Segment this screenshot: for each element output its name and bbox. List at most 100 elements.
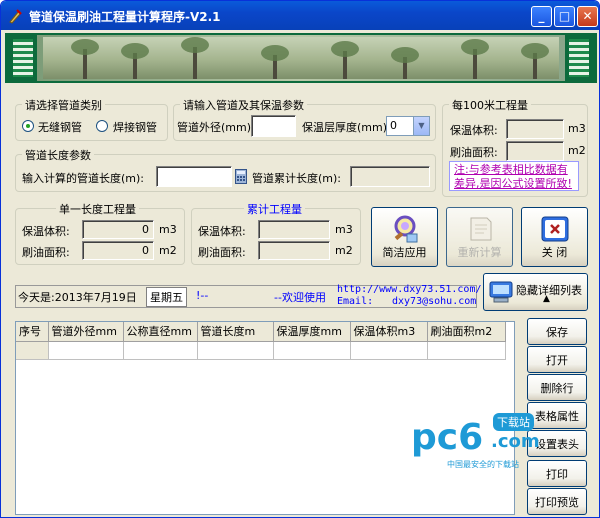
main-window: 管道保温刷油工程量计算程序-V2.1 _ □ ✕ 请选择管道类别 无缝钢管 焊接… — [0, 0, 600, 518]
single-volume-field: 0 — [82, 220, 154, 239]
single-area-field: 0 — [82, 241, 154, 260]
chevron-down-icon[interactable]: ▼ — [413, 117, 429, 135]
per100m-area-label: 刷油面积: — [450, 146, 498, 159]
maximize-button[interactable]: □ — [554, 6, 575, 27]
col-header-volume[interactable]: 保温体积m3 — [350, 322, 428, 342]
col-header-thickness[interactable]: 保温厚度mm — [273, 322, 351, 342]
per100m-legend: 每100米工程量 — [449, 97, 531, 113]
cumulative-area-unit: m2 — [335, 244, 353, 257]
cumulative-area-field — [258, 241, 330, 260]
single-length-group: 单一长度工程量 保温体积: 0 m3 刷油面积: 0 m2 — [15, 201, 185, 265]
table-header-row: 序号 管道外径mm 公称直径mm 管道长度m 保温厚度mm 保温体积m3 刷油面… — [16, 322, 506, 342]
col-header-length[interactable]: 管道长度m — [197, 322, 274, 342]
table-cell[interactable] — [350, 341, 428, 360]
thickness-label: 保温层厚度(mm) — [302, 121, 388, 134]
radio-seamless-label[interactable]: 无缝钢管 — [38, 119, 82, 135]
triangle-up-icon: ▲ — [543, 294, 550, 304]
cumulative-volume-label: 保温体积: — [198, 225, 246, 238]
email-label: Email: — [337, 296, 374, 307]
pipe-params-legend: 请输入管道及其保温参数 — [180, 97, 307, 113]
table-cell[interactable] — [123, 341, 198, 360]
apply-button-label: 简洁应用 — [382, 246, 427, 259]
minimize-button[interactable]: _ — [531, 6, 552, 27]
banner-stripes-left — [13, 39, 33, 77]
cumulative-length-label: 管道累计长度(m): — [252, 172, 342, 185]
thickness-select[interactable]: 0 ▼ — [386, 116, 430, 136]
monitor-icon — [489, 281, 513, 303]
window-title: 管道保温刷油工程量计算程序-V2.1 — [29, 10, 221, 24]
close-button[interactable]: 关 闭 — [521, 207, 588, 267]
outer-diameter-input[interactable] — [251, 115, 296, 137]
hide-detail-button[interactable]: 隐藏详细列表 ▲ — [483, 273, 588, 311]
detail-table-grid: 序号 管道外径mm 公称直径mm 管道长度m 保温厚度mm 保温体积m3 刷油面… — [16, 322, 506, 360]
watermark-logo: pc6 下载站 .com 中国最安全的下载站 — [411, 413, 571, 475]
save-button[interactable]: 保存 — [527, 318, 587, 345]
outer-diameter-label: 管道外径(mm) — [177, 121, 252, 134]
app-icon — [9, 9, 22, 24]
per100m-area-field — [506, 141, 564, 161]
banner-stripes-right — [569, 39, 589, 77]
radio-welded[interactable] — [96, 120, 108, 132]
per100m-volume-unit: m3 — [568, 122, 586, 135]
close-window-button[interactable]: ✕ — [577, 6, 598, 27]
single-volume-unit: m3 — [159, 223, 177, 236]
title-bar[interactable]: 管道保温刷油工程量计算程序-V2.1 _ □ ✕ — [1, 1, 599, 30]
single-area-label: 刷油面积: — [22, 246, 70, 259]
cumulative-volume-unit: m3 — [335, 223, 353, 236]
radio-welded-label[interactable]: 焊接钢管 — [113, 119, 157, 135]
recalculate-button-label: 重新计算 — [457, 246, 502, 259]
table-cell[interactable] — [197, 341, 274, 360]
delete-row-button[interactable]: 删除行 — [527, 374, 587, 401]
watermark-brand: pc6 — [411, 417, 484, 458]
length-params-group: 管道长度参数 输入计算的管道长度(m): 管道累计长度(m): — [15, 147, 436, 192]
welcome-text: --欢迎使用 — [274, 291, 326, 304]
cumulative-group: 累计工程量 保温体积: m3 刷油面积: m2 — [191, 201, 361, 265]
print-preview-button[interactable]: 打印预览 — [527, 488, 587, 515]
col-header-area[interactable]: 刷油面积m2 — [427, 322, 506, 342]
single-area-unit: m2 — [159, 244, 177, 257]
open-button[interactable]: 打开 — [527, 346, 587, 373]
table-cell[interactable] — [48, 341, 124, 360]
pipe-length-label: 输入计算的管道长度(m): — [22, 172, 145, 185]
today-text: 今天是:2013年7月19日 — [18, 291, 137, 304]
table-row[interactable] — [16, 341, 506, 360]
table-cell[interactable] — [273, 341, 351, 360]
separator-text: !-- — [196, 289, 209, 302]
weekday-text: 星期五 — [146, 287, 187, 307]
per100m-volume-label: 保温体积: — [450, 124, 498, 137]
pipe-params-group: 请输入管道及其保温参数 管道外径(mm) 保温层厚度(mm) 0 ▼ — [173, 97, 436, 141]
col-header-outer-dia[interactable]: 管道外径mm — [48, 322, 124, 342]
table-cell[interactable] — [427, 341, 506, 360]
col-header-nominal-dia[interactable]: 公称直径mm — [123, 322, 198, 342]
cumulative-legend: 累计工程量 — [244, 201, 305, 217]
banner-image — [5, 33, 597, 83]
email-link[interactable]: dxy73@sohu.com — [392, 296, 476, 307]
note-link[interactable]: 注:与参考表相比数据有差异,是因公式设置所致! — [449, 161, 579, 191]
table-cell — [16, 341, 49, 360]
single-length-legend: 单一长度工程量 — [56, 201, 139, 217]
cumulative-volume-field — [258, 220, 330, 239]
apply-button[interactable]: 简洁应用 — [371, 207, 438, 267]
thickness-value: 0 — [390, 119, 397, 132]
length-params-legend: 管道长度参数 — [22, 147, 94, 163]
status-bar: 今天是:2013年7月19日 星期五 !-- --欢迎使用 http://www… — [15, 284, 482, 308]
calculator-icon[interactable] — [235, 169, 247, 184]
pipe-type-group: 请选择管道类别 无缝钢管 焊接钢管 — [15, 97, 168, 141]
magnifier-icon — [394, 215, 417, 243]
radio-seamless[interactable] — [22, 120, 34, 132]
single-volume-label: 保温体积: — [22, 225, 70, 238]
per100m-area-unit: m2 — [568, 144, 586, 157]
cumulative-area-label: 刷油面积: — [198, 246, 246, 259]
pipe-length-input[interactable] — [156, 166, 232, 187]
recalculate-button[interactable]: 重新计算 — [446, 207, 513, 267]
website-link[interactable]: http://www.dxy73.51.com/ — [337, 284, 482, 295]
watermark-tag: 下载站 — [493, 413, 534, 431]
exit-icon — [541, 216, 568, 242]
watermark-slogan: 中国最安全的下载站 — [447, 460, 519, 469]
col-header-index[interactable]: 序号 — [16, 322, 49, 342]
cumulative-length-field — [350, 166, 430, 187]
close-button-label: 关 闭 — [541, 246, 568, 259]
banner-scene — [43, 37, 559, 79]
pipe-type-legend: 请选择管道类别 — [22, 97, 105, 113]
per100m-volume-field — [506, 119, 564, 139]
